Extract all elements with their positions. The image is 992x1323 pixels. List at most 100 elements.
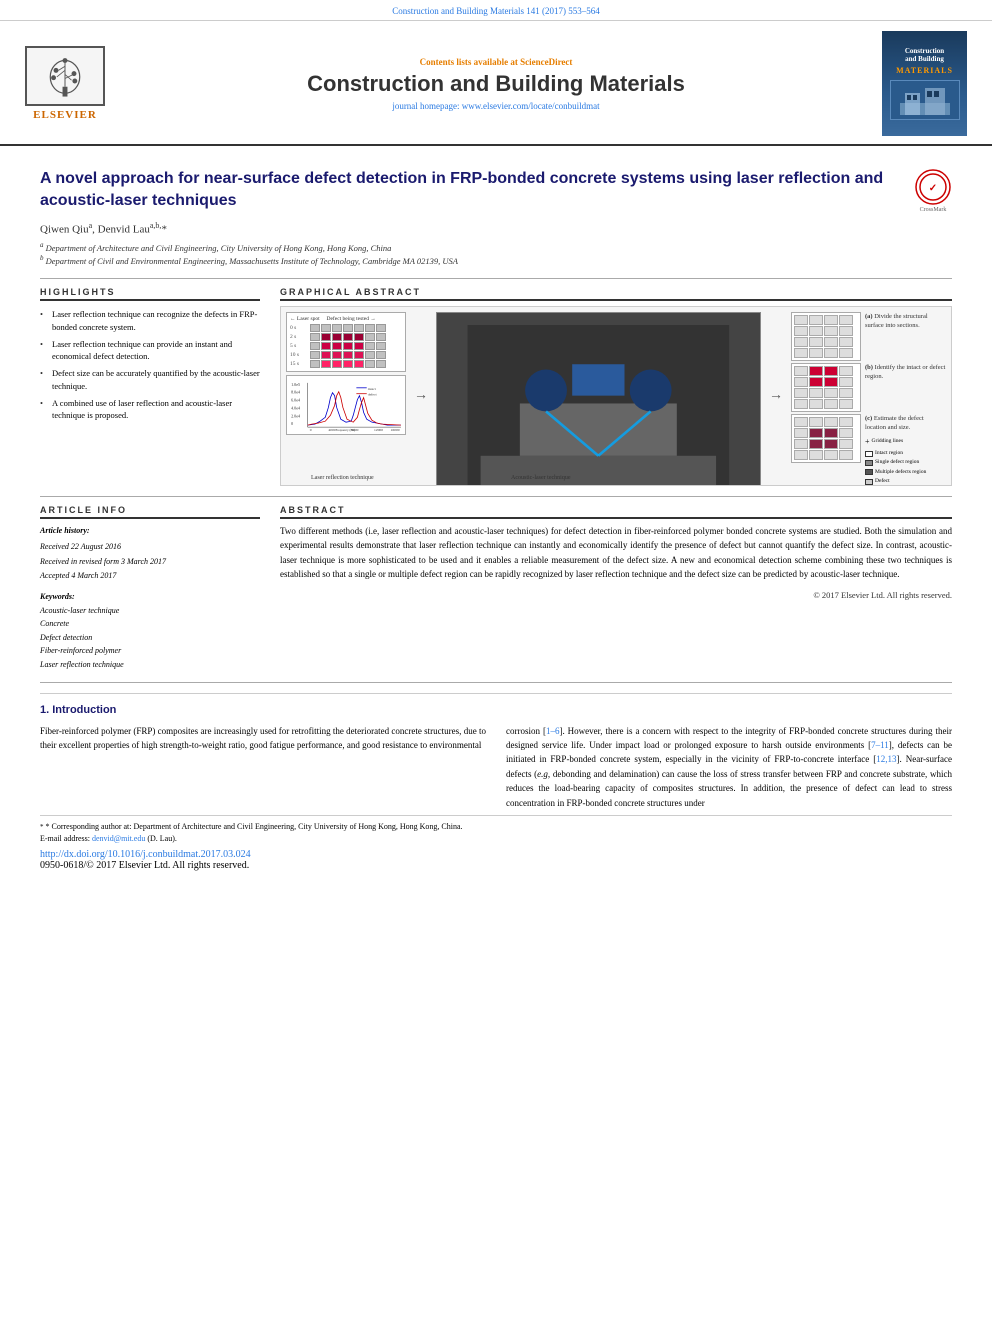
sciencedirect-brand[interactable]: ScienceDirect [520, 57, 572, 67]
ga-photo-section: Laser reflection technique [436, 312, 761, 480]
journal-header: ELSEVIER Contents lists available at Sci… [0, 21, 992, 146]
introduction-section: 1. Introduction Fiber-reinforced polymer… [40, 693, 952, 871]
ga-row-b: (b) Identify the intact or defect region… [791, 363, 946, 412]
svg-text:2.0e4: 2.0e4 [291, 413, 300, 418]
received-date: Received 22 August 2016 [40, 542, 121, 551]
authors-line: Qiwen Qiua, Denvid Laua,b,* [40, 221, 952, 236]
ga-arrow-2: → [766, 312, 786, 480]
graphical-abstract-header: GRAPHICAL ABSTRACT [280, 287, 952, 301]
ga-laser-section: ← Laser spot Defect being tested → 0 s [286, 312, 406, 480]
accepted-date: Accepted 4 March 2017 [40, 571, 116, 580]
ga-laser-spot-label: ← Laser spot Defect being tested → [290, 316, 402, 322]
svg-text:16000: 16000 [391, 428, 400, 432]
svg-text:intact: intact [368, 387, 376, 391]
article-title: A novel approach for near-surface defect… [40, 168, 899, 213]
affiliation-b: Department of Civil and Environmental En… [46, 256, 458, 266]
svg-text:1.0e5: 1.0e5 [291, 382, 300, 387]
abstract-column: ABSTRACT Two different methods (i.e, las… [280, 505, 952, 672]
elsevier-brand-text: ELSEVIER [33, 109, 97, 121]
svg-text:defect: defect [368, 393, 377, 397]
highlight-item-4: A combined use of laser reflection and a… [40, 395, 260, 425]
ga-laser-photo: Laser reflection technique [436, 312, 761, 486]
graphical-abstract-column: GRAPHICAL ABSTRACT ← Laser spot Defect b… [280, 287, 952, 486]
crossmark-label: CrossMark [914, 207, 952, 213]
graphical-abstract-content: ← Laser spot Defect being tested → 0 s [280, 306, 952, 486]
received-revised-date: Received in revised form 3 March 2017 [40, 557, 166, 566]
ga-label-a: (a) Divide the structural surface into s… [865, 312, 946, 330]
svg-text:4.0e4: 4.0e4 [291, 406, 300, 411]
doi-section: http://dx.doi.org/10.1016/j.conbuildmat.… [40, 849, 952, 871]
history-label: Article history: [40, 524, 260, 538]
footnote-email[interactable]: denvid@mit.edu [92, 834, 145, 843]
introduction-header: 1. Introduction [40, 704, 952, 716]
affiliation-a: Department of Architecture and Civil Eng… [46, 242, 392, 252]
journal-cover: Constructionand Building MATERIALS [882, 31, 972, 136]
journal-homepage: journal homepage: www.elsevier.com/locat… [130, 101, 862, 111]
highlight-item-1: Laser reflection technique can recognize… [40, 306, 260, 336]
ref-link-7-11[interactable]: 7–11 [871, 740, 889, 750]
intro-right-text: corrosion [1–6]. However, there is a con… [506, 724, 952, 810]
svg-text:Frequency (Hz): Frequency (Hz) [336, 428, 356, 432]
highlights-header: HIGHLIGHTS [40, 287, 260, 301]
journal-title: Construction and Building Materials [130, 71, 862, 97]
keywords-label: Keywords: [40, 592, 260, 601]
keyword-2: Concrete [40, 619, 69, 628]
doi-link[interactable]: http://dx.doi.org/10.1016/j.conbuildmat.… [40, 849, 251, 860]
intro-left-text: Fiber-reinforced polymer (FRP) composite… [40, 724, 486, 753]
homepage-prefix: journal homepage: [392, 101, 461, 111]
intro-left-col: Fiber-reinforced polymer (FRP) composite… [40, 724, 486, 810]
svg-text:6.0e4: 6.0e4 [291, 398, 300, 403]
sciencedirect-link: Contents lists available at ScienceDirec… [130, 57, 862, 67]
journal-reference: Construction and Building Materials 141 … [0, 0, 992, 21]
journal-ref-text: Construction and Building Materials 141 … [392, 6, 599, 16]
ga-laser-label: Laser reflection technique [311, 475, 374, 481]
footnote-email-suffix: (D. Lau). [147, 834, 177, 843]
article-info-column: ARTICLE INFO Article history: Received 2… [40, 505, 260, 672]
intro-right-col: corrosion [1–6]. However, there is a con… [506, 724, 952, 810]
article-title-section: A novel approach for near-surface defect… [40, 168, 952, 213]
abstract-header: ABSTRACT [280, 505, 952, 519]
contents-available-text: Contents lists available at [420, 57, 518, 67]
keyword-4: Fiber-reinforced polymer [40, 646, 121, 655]
svg-text:0: 0 [291, 421, 293, 426]
journal-center-info: Contents lists available at ScienceDirec… [110, 57, 882, 111]
footnote-email-label: E-mail address: [40, 834, 90, 843]
issn-line: 0950-0618/© 2017 Elsevier Ltd. All right… [40, 860, 249, 871]
ga-acoustic-label: Acoustic-laser technique [511, 475, 570, 481]
highlights-graphical-section: HIGHLIGHTS Laser reflection technique ca… [40, 287, 952, 486]
journal-cover-image: Constructionand Building MATERIALS [882, 31, 967, 136]
highlight-item-2: Laser reflection technique can provide a… [40, 336, 260, 366]
article-history: Article history: Received 22 August 2016… [40, 524, 260, 584]
svg-text:8.0e4: 8.0e4 [291, 390, 300, 395]
ga-spectrum-chart: 1.0e5 8.0e4 6.0e4 4.0e4 2.0e4 0 [286, 375, 406, 435]
ga-legend: +Gridding lines Intact region Single def… [865, 435, 946, 486]
keyword-3: Defect detection [40, 633, 92, 642]
svg-text:0: 0 [310, 428, 312, 432]
footnote-corresponding: * Corresponding author at: Department of… [46, 822, 463, 831]
page: Construction and Building Materials 141 … [0, 0, 992, 1323]
article-content: A novel approach for near-surface defect… [0, 146, 992, 881]
ga-row-c: (c) Estimate the defect location and siz… [791, 414, 946, 486]
crossmark-icon: ✓ [914, 168, 952, 206]
keywords-section: Keywords: Acoustic-laser technique Concr… [40, 592, 260, 672]
article-info-header: ARTICLE INFO [40, 505, 260, 519]
ref-link-12-13[interactable]: 12,13 [876, 754, 896, 764]
elsevier-logo-image [25, 46, 105, 106]
highlight-item-3: Defect size can be accurately quantified… [40, 365, 260, 395]
ga-row-a: (a) Divide the structural surface into s… [791, 312, 946, 361]
article-info-abstract-section: ARTICLE INFO Article history: Received 2… [40, 505, 952, 672]
section-divider-2 [40, 496, 952, 497]
ga-label-c-container: (c) Estimate the defect location and siz… [865, 414, 946, 486]
ref-link-1-6[interactable]: 1–6 [546, 726, 560, 736]
affiliations: a Department of Architecture and Civil E… [40, 241, 952, 268]
elsevier-logo: ELSEVIER [20, 46, 110, 121]
introduction-text: Fiber-reinforced polymer (FRP) composite… [40, 724, 952, 810]
svg-text:12000: 12000 [374, 428, 383, 432]
keyword-5: Laser reflection technique [40, 660, 124, 669]
ga-scan-grid: ← Laser spot Defect being tested → 0 s [286, 312, 406, 372]
footnote-section: * * Corresponding author at: Department … [40, 815, 952, 845]
homepage-url[interactable]: www.elsevier.com/locate/conbuildmat [462, 101, 600, 111]
abstract-text: Two different methods (i.e, laser reflec… [280, 524, 952, 582]
ga-arrow-1: → [411, 312, 431, 480]
ga-label-c: (c) Estimate the defect location and siz… [865, 414, 946, 432]
